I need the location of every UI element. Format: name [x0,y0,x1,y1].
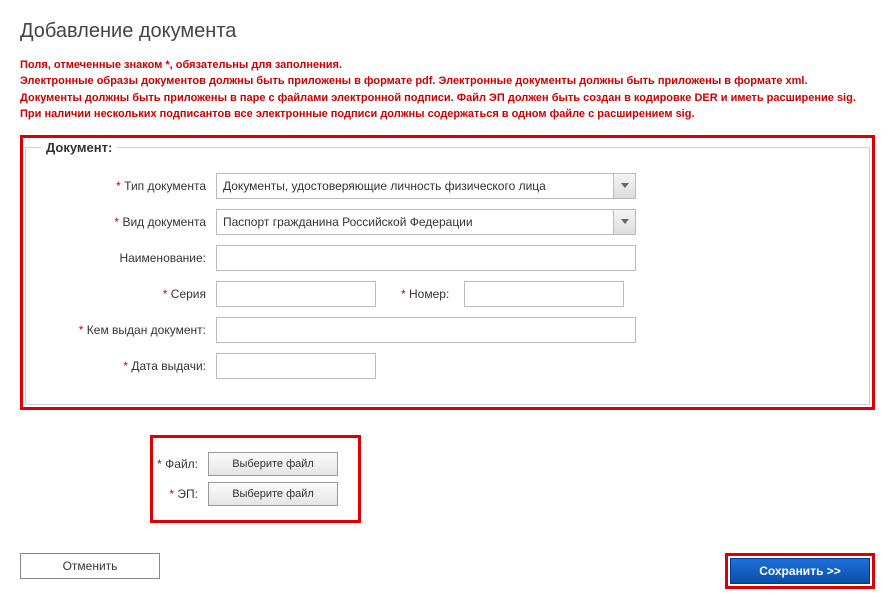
label-issue-date: Дата выдачи: [41,359,216,373]
choose-ep-button[interactable]: Выберите файл [208,482,338,506]
save-button[interactable]: Сохранить >> [730,558,870,584]
label-name: Наименование: [41,251,216,265]
instruction-line: При наличии нескольких подписантов все э… [20,107,875,122]
select-doc-kind[interactable]: Паспорт гражданина Российской Федерации [216,209,636,235]
input-number[interactable] [464,281,624,307]
label-ep: ЭП: [153,487,208,501]
fieldset-legend: Документ: [41,140,117,155]
row-name: Наименование: [41,245,854,271]
input-issued-by[interactable] [216,317,636,343]
input-issue-date[interactable] [216,353,376,379]
instruction-line: Документы должны быть приложены в паре с… [20,91,875,106]
row-issue-date: Дата выдачи: [41,353,854,379]
footer: Отменить Сохранить >> [20,553,875,589]
save-button-highlight: Сохранить >> [725,553,875,589]
select-doc-type[interactable]: Документы, удостоверяющие личность физич… [216,173,636,199]
document-fieldset: Документ: Тип документа Документы, удост… [25,140,870,405]
label-doc-type: Тип документа [41,179,216,193]
page-title: Добавление документа [20,20,875,43]
instruction-line: Поля, отмеченные знаком *, обязательны д… [20,58,875,73]
label-file: Файл: [153,457,208,471]
choose-file-button[interactable]: Выберите файл [208,452,338,476]
label-number: Номер: [386,287,454,301]
row-file: Файл: Выберите файл [153,452,338,476]
cancel-button[interactable]: Отменить [20,553,160,579]
row-ep: ЭП: Выберите файл [153,482,338,506]
instruction-line: Электронные образы документов должны быт… [20,74,875,89]
document-fieldset-highlight: Документ: Тип документа Документы, удост… [20,135,875,410]
file-highlight: Файл: Выберите файл ЭП: Выберите файл [150,435,361,523]
row-doc-type: Тип документа Документы, удостоверяющие … [41,173,854,199]
label-issued-by: Кем выдан документ: [41,323,216,337]
file-section: Файл: Выберите файл ЭП: Выберите файл [20,425,875,533]
instructions-block: Поля, отмеченные знаком *, обязательны д… [20,58,875,123]
row-issued-by: Кем выдан документ: [41,317,854,343]
input-name[interactable] [216,245,636,271]
label-doc-kind: Вид документа [41,215,216,229]
row-doc-kind: Вид документа Паспорт гражданина Российс… [41,209,854,235]
row-series-number: Серия Номер: [41,281,854,307]
input-series[interactable] [216,281,376,307]
label-series: Серия [41,287,216,301]
